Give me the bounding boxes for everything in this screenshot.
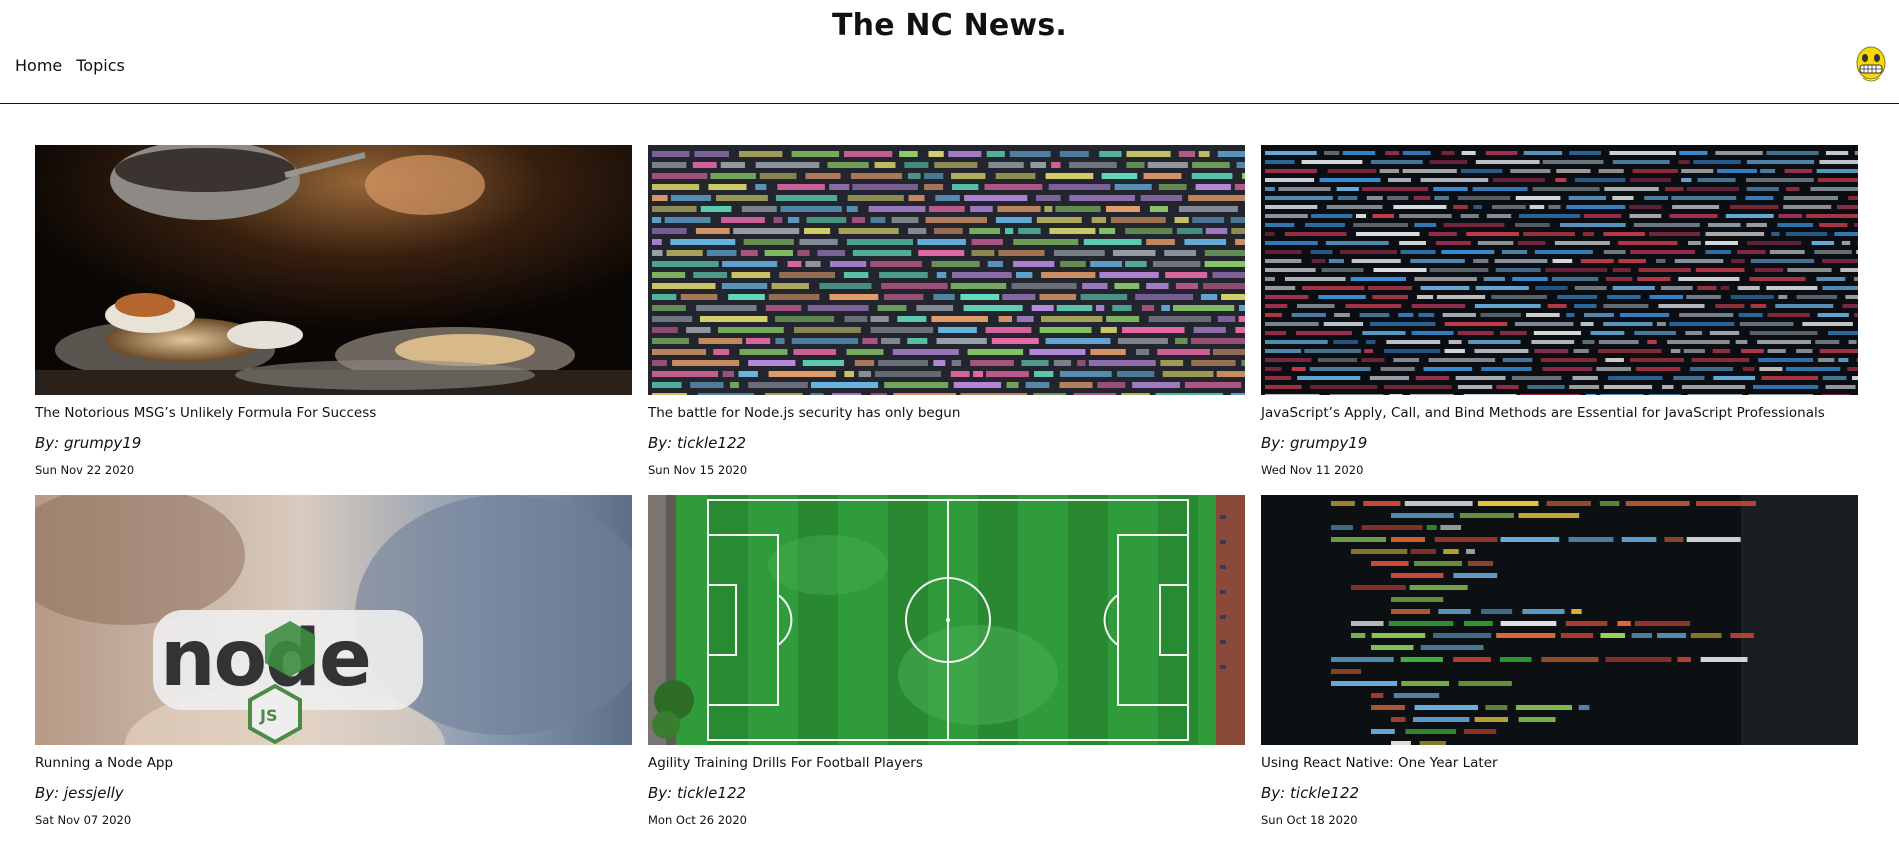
by-label: By: <box>1261 434 1286 452</box>
article-title[interactable]: Using React Native: One Year Later <box>1261 755 1498 771</box>
article-date: Mon Oct 26 2020 <box>648 813 747 827</box>
article-date: Sat Nov 07 2020 <box>35 813 132 827</box>
author-name: grumpy19 <box>1290 434 1368 452</box>
article-card[interactable]: The battle for Node.js security has only… <box>648 145 1245 495</box>
article-title[interactable]: The Notorious MSG’s Unlikely Formula For… <box>35 405 376 421</box>
article-card[interactable]: Using React Native: One Year Later By: t… <box>1261 495 1858 845</box>
author-name: grumpy19 <box>64 434 142 452</box>
author-name: jessjelly <box>64 784 124 802</box>
grinning-face-avatar-icon <box>1856 46 1886 82</box>
article-author: By: grumpy19 <box>1261 434 1367 452</box>
article-date: Sun Oct 18 2020 <box>1261 813 1358 827</box>
article-title[interactable]: JavaScript’s Apply, Call, and Bind Metho… <box>1261 405 1825 421</box>
article-author: By: tickle122 <box>648 784 746 802</box>
author-name: tickle122 <box>1290 784 1360 802</box>
by-label: By: <box>648 784 673 802</box>
author-name: tickle122 <box>677 784 747 802</box>
main-nav: Home Topics <box>15 56 125 75</box>
nav-home-link[interactable]: Home <box>15 56 62 75</box>
node-sticker-photo[interactable]: node JS <box>35 495 632 745</box>
article-author: By: grumpy19 <box>35 434 141 452</box>
js-badge-text: JS <box>259 706 277 725</box>
colorful-code-screen-photo[interactable] <box>648 145 1245 395</box>
article-title[interactable]: Agility Training Drills For Football Pla… <box>648 755 923 771</box>
article-title[interactable]: Running a Node App <box>35 755 173 771</box>
article-author: By: tickle122 <box>648 434 746 452</box>
article-author: By: tickle122 <box>1261 784 1359 802</box>
dark-code-screen-photo[interactable] <box>1261 145 1858 395</box>
by-label: By: <box>35 434 60 452</box>
article-date: Sun Nov 15 2020 <box>648 463 748 477</box>
article-author: By: jessjelly <box>35 784 124 802</box>
article-date: Sun Nov 22 2020 <box>35 463 135 477</box>
article-grid: The Notorious MSG’s Unlikely Formula For… <box>35 145 1858 845</box>
article-title[interactable]: The battle for Node.js security has only… <box>648 405 960 421</box>
python-code-screen-photo[interactable] <box>1261 495 1858 745</box>
user-avatar[interactable] <box>1851 44 1891 84</box>
author-name: tickle122 <box>677 434 747 452</box>
article-date: Wed Nov 11 2020 <box>1261 463 1364 477</box>
by-label: By: <box>35 784 60 802</box>
site-header: The NC News. Home Topics <box>0 0 1899 104</box>
site-title: The NC News. <box>831 8 1067 43</box>
article-card[interactable]: JavaScript’s Apply, Call, and Bind Metho… <box>1261 145 1858 495</box>
article-card[interactable]: Agility Training Drills For Football Pla… <box>648 495 1245 845</box>
by-label: By: <box>648 434 673 452</box>
football-pitch-aerial-photo[interactable] <box>648 495 1245 745</box>
by-label: By: <box>1261 784 1286 802</box>
article-card[interactable]: node JS Running a Node App By: jessjelly… <box>35 495 632 845</box>
cooking-pan-food-photo[interactable] <box>35 145 632 395</box>
nav-topics-link[interactable]: Topics <box>76 56 125 75</box>
article-card[interactable]: The Notorious MSG’s Unlikely Formula For… <box>35 145 632 495</box>
